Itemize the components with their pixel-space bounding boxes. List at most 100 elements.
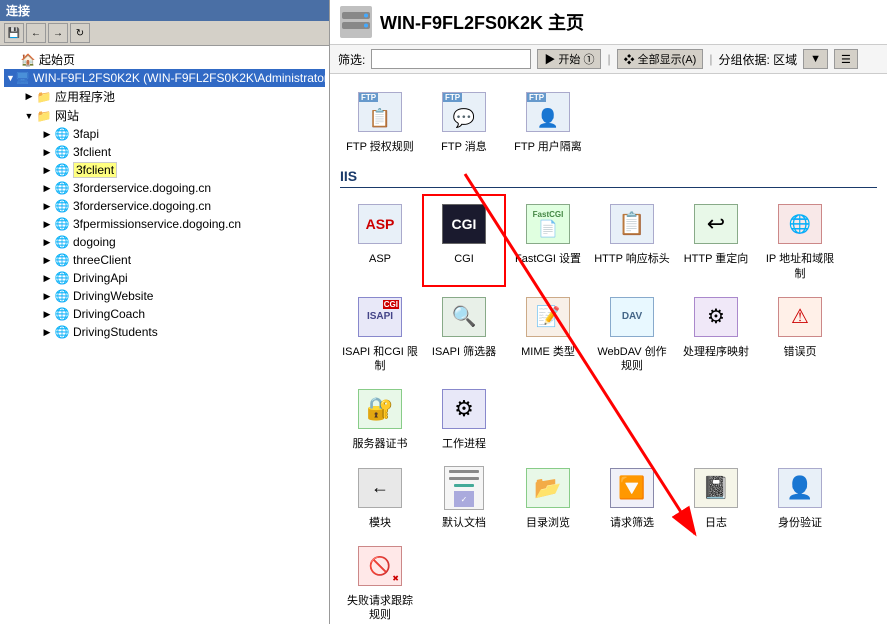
- tree-item-drivingstudents[interactable]: ▶ 🌐 DrivingStudents: [40, 323, 325, 341]
- toggle-dogoing[interactable]: ▶: [40, 235, 54, 249]
- toggle-startpage: [6, 53, 20, 67]
- sites-label: 网站: [55, 107, 79, 124]
- toggle-drivingstudents[interactable]: ▶: [40, 325, 54, 339]
- view-button[interactable]: ☰: [834, 49, 858, 69]
- start-button[interactable]: ▶ 开始 ①: [537, 49, 601, 69]
- tree-item-startpage[interactable]: 🏠 起始页: [4, 50, 325, 69]
- sites-icon: 📁: [36, 108, 52, 124]
- default-doc-icon: ✓: [440, 464, 488, 512]
- tree-item-drivingcoach[interactable]: ▶ 🌐 DrivingCoach: [40, 305, 325, 323]
- ftp-section: FTP📋 FTP 授权规则 FTP💬 FTP 消息 FTP👤 FTP 用户隔离: [340, 84, 877, 158]
- iis-section: ASP ASP CGI CGI FastCGI 📄: [340, 196, 877, 455]
- grid-item-req-filter[interactable]: 🔽 请求筛选: [592, 460, 672, 534]
- fastcgi-label: FastCGI 设置: [515, 252, 581, 266]
- grid-item-webdav[interactable]: DAV WebDAV 创作规则: [592, 289, 672, 378]
- grid-item-error[interactable]: ⚠ 错误页: [760, 289, 840, 378]
- grid-item-cert[interactable]: 🔐 服务器证书: [340, 381, 420, 455]
- globe-icon-3fclient: 🌐: [54, 144, 70, 160]
- toggle-drivingapi[interactable]: ▶: [40, 271, 54, 285]
- toggle-3fclient[interactable]: ▶: [40, 145, 54, 159]
- grid-item-failed-req[interactable]: 🚫 ✖ 失败请求跟踪规则: [340, 538, 420, 624]
- globe-icon-threeclient: 🌐: [54, 252, 70, 268]
- toggle-3forder[interactable]: ▶: [40, 199, 54, 213]
- toggle-apppool[interactable]: ▶: [22, 90, 36, 104]
- ftp-auth-label: FTP 授权规则: [346, 140, 414, 154]
- req-filter-label: 请求筛选: [610, 516, 654, 530]
- ftp-badge2: FTP: [443, 93, 462, 102]
- tree-item-sites[interactable]: ▼ 📁 网站: [22, 106, 325, 125]
- http-redir-label: HTTP 重定向: [684, 252, 749, 266]
- tree-item-3fapi[interactable]: ▶ 🌐 3fapi: [40, 125, 325, 143]
- grid-item-dir-browse[interactable]: 📂 目录浏览: [508, 460, 588, 534]
- modules-icon: ←: [356, 464, 404, 512]
- dir-browse-label: 目录浏览: [526, 516, 570, 530]
- ip-domain-label: IP 地址和域限制: [762, 252, 838, 281]
- tree-item-dogoing[interactable]: ▶ 🌐 dogoing: [40, 233, 325, 251]
- grid-item-cgi[interactable]: CGI CGI: [424, 196, 504, 285]
- http-resp-icon: 📋: [608, 200, 656, 248]
- toggle-drivingwebsite[interactable]: ▶: [40, 289, 54, 303]
- tree-item-3fservice[interactable]: ▶ 🌐 3forderservice.dogoing.cn: [40, 179, 325, 197]
- grid-item-modules[interactable]: ← 模块: [340, 460, 420, 534]
- group-by-button[interactable]: ▼: [803, 49, 828, 69]
- worker-icon: ⚙: [440, 385, 488, 433]
- forward-button[interactable]: →: [48, 23, 68, 43]
- tree-item-threeclient[interactable]: ▶ 🌐 threeClient: [40, 251, 325, 269]
- globe-icon-3fapi: 🌐: [54, 126, 70, 142]
- grid-item-ftp-iso[interactable]: FTP👤 FTP 用户隔离: [508, 84, 588, 158]
- show-all-button[interactable]: ❖ 全部显示(A): [617, 49, 704, 69]
- tree-item-server[interactable]: ▼ 🖥 WIN-F9FL2FS0K2K (WIN-F9FL2FS0K2K\Adm…: [4, 69, 325, 87]
- grid-item-isapi-filter[interactable]: 🔍 ISAPI 筛选器: [424, 289, 504, 378]
- toggle-drivingcoach[interactable]: ▶: [40, 307, 54, 321]
- group-by-label: 分组依据: 区域: [718, 51, 797, 68]
- tree-item-drivingwebsite[interactable]: ▶ 🌐 DrivingWebsite: [40, 287, 325, 305]
- refresh-button[interactable]: ↻: [70, 23, 90, 43]
- label-threeclient: threeClient: [73, 253, 131, 267]
- grid-item-ip-domain[interactable]: 🌐 IP 地址和域限制: [760, 196, 840, 285]
- grid-item-default-doc[interactable]: ✓ 默认文档: [424, 460, 504, 534]
- grid-item-fastcgi[interactable]: FastCGI 📄 FastCGI 设置: [508, 196, 588, 285]
- grid-item-auth[interactable]: 👤 身份验证: [760, 460, 840, 534]
- asp-icon: ASP: [356, 200, 404, 248]
- tree-item-3fclient[interactable]: ▶ 🌐 3fclient: [40, 143, 325, 161]
- http-redir-icon: ↩: [692, 200, 740, 248]
- ip-domain-icon: 🌐: [776, 200, 824, 248]
- filter-row: 筛选: ▶ 开始 ① | ❖ 全部显示(A) | 分组依据: 区域 ▼ ☰: [330, 45, 887, 74]
- grid-item-ftp-auth[interactable]: FTP📋 FTP 授权规则: [340, 84, 420, 158]
- grid-item-http-resp[interactable]: 📋 HTTP 响应标头: [592, 196, 672, 285]
- filter-input[interactable]: [371, 49, 531, 69]
- toggle-3fapi[interactable]: ▶: [40, 127, 54, 141]
- tree-item-3fperm[interactable]: ▶ 🌐 3fpermissionservice.dogoing.cn: [40, 215, 325, 233]
- right-title: WIN-F9FL2FS0K2K 主页: [380, 9, 584, 35]
- tree-item-3forder[interactable]: ▶ 🌐 3forderservice.dogoing.cn: [40, 197, 325, 215]
- back-button[interactable]: ←: [26, 23, 46, 43]
- fastcgi-icon: FastCGI 📄: [524, 200, 572, 248]
- server-icon: 🖥: [15, 70, 30, 86]
- iis-section-title: IIS: [340, 168, 877, 188]
- grid-item-logging[interactable]: 📓 日志: [676, 460, 756, 534]
- tree-container: 🏠 起始页 ▼ 🖥 WIN-F9FL2FS0K2K (WIN-F9FL2FS0K…: [0, 46, 329, 624]
- modules-label: 模块: [369, 516, 391, 530]
- toggle-3fservice[interactable]: ▶: [40, 181, 54, 195]
- toggle-3fclient2[interactable]: ▶: [40, 163, 54, 177]
- grid-item-ftp-msg[interactable]: FTP💬 FTP 消息: [424, 84, 504, 158]
- tree-item-apppool[interactable]: ▶ 📁 应用程序池: [22, 87, 325, 106]
- auth-label: 身份验证: [778, 516, 822, 530]
- toggle-sites[interactable]: ▼: [22, 109, 36, 123]
- toggle-threeclient[interactable]: ▶: [40, 253, 54, 267]
- toggle-3fperm[interactable]: ▶: [40, 217, 54, 231]
- req-filter-icon: 🔽: [608, 464, 656, 512]
- logging-icon: 📓: [692, 464, 740, 512]
- grid-item-http-redir[interactable]: ↩ HTTP 重定向: [676, 196, 756, 285]
- grid-item-asp[interactable]: ASP ASP: [340, 196, 420, 285]
- grid-item-worker[interactable]: ⚙ 工作进程: [424, 381, 504, 455]
- toggle-server[interactable]: ▼: [6, 71, 15, 85]
- grid-item-isapi-cgi[interactable]: ISAPI CGI ISAPI 和CGI 限制: [340, 289, 420, 378]
- tree-item-drivingapi[interactable]: ▶ 🌐 DrivingApi: [40, 269, 325, 287]
- tree-item-3fclient2[interactable]: ▶ 🌐 3fclient: [40, 161, 325, 179]
- filter-label: 筛选:: [338, 51, 365, 68]
- globe-icon-3fservice: 🌐: [54, 180, 70, 196]
- grid-item-handler[interactable]: ⚙ 处理程序映射: [676, 289, 756, 378]
- grid-item-mime[interactable]: 📝 MIME 类型: [508, 289, 588, 378]
- save-button[interactable]: 💾: [4, 23, 24, 43]
